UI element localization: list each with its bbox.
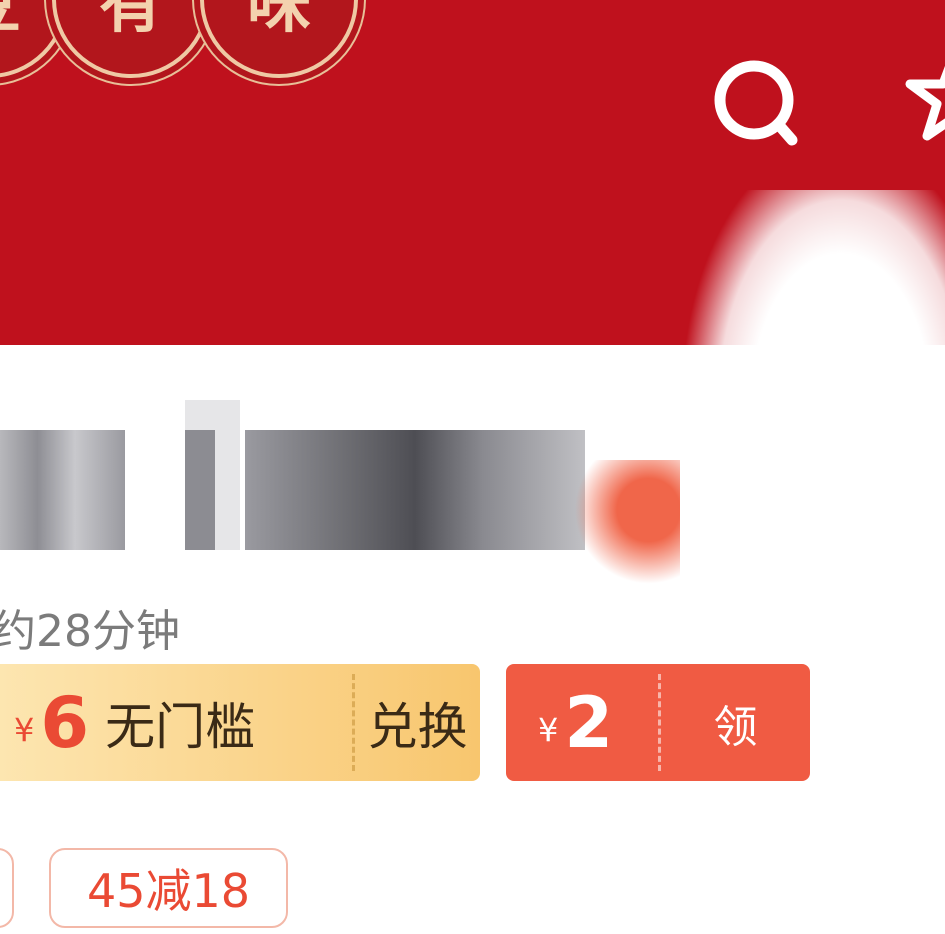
store-name-redacted	[0, 400, 680, 585]
banner-medal-2: 有	[52, 0, 210, 78]
delivery-time: 约28分钟	[0, 606, 180, 657]
exchange-button[interactable]: 兑换	[368, 687, 468, 759]
banner-medal-3: 味	[200, 0, 358, 78]
coupon-label: 无门槛	[105, 697, 256, 756]
currency-symbol: ¥	[14, 710, 35, 749]
coupon-amount: 6	[40, 681, 90, 764]
search-icon[interactable]	[710, 60, 810, 160]
claim-button[interactable]: 领	[714, 691, 758, 755]
coupon-no-threshold[interactable]: ¥ 6 无门槛 兑换	[0, 664, 480, 781]
promo-tag-discount: 45减18	[49, 848, 288, 928]
promo-tag-partial	[0, 848, 14, 928]
coupon-amount: 2	[564, 681, 614, 764]
star-icon[interactable]	[900, 40, 945, 150]
currency-symbol: ¥	[538, 710, 559, 749]
coupon-claim[interactable]: ¥ 2 领	[506, 664, 810, 781]
